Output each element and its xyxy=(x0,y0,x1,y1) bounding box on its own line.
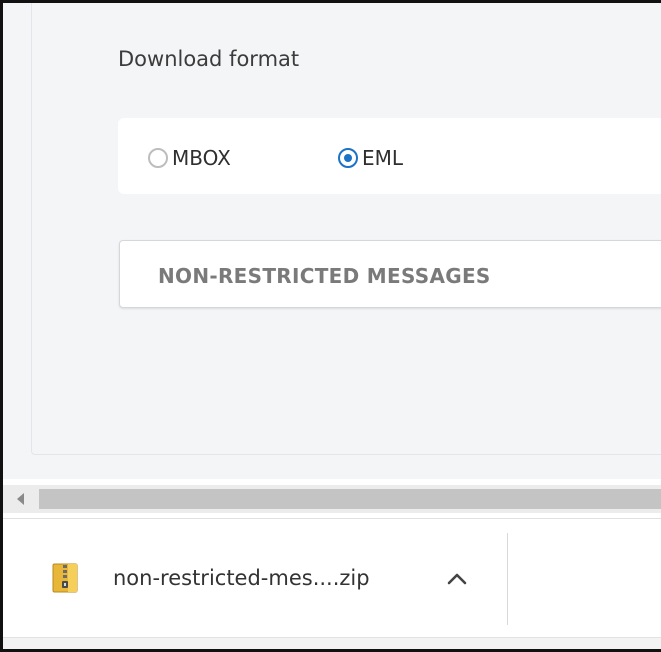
window-bottom-edge xyxy=(3,637,661,649)
scrollbar-thumb[interactable] xyxy=(39,489,661,509)
download-shelf: non-restricted-mes....zip xyxy=(3,518,661,639)
radio-eml-label: EML xyxy=(362,146,404,170)
download-filename[interactable]: non-restricted-mes....zip xyxy=(113,566,370,590)
chevron-up-icon[interactable] xyxy=(443,569,471,589)
download-format-label: Download format xyxy=(118,47,300,71)
download-button-label: NON-RESTRICTED MESSAGES xyxy=(158,264,491,288)
scroll-left-arrow-icon[interactable] xyxy=(17,493,24,505)
radio-mbox-circle[interactable] xyxy=(148,148,168,168)
radio-option-mbox[interactable]: MBOX xyxy=(148,146,231,170)
radio-option-eml[interactable]: EML xyxy=(338,146,403,170)
shelf-divider xyxy=(507,533,508,625)
format-radio-group: MBOX EML xyxy=(118,118,661,194)
download-non-restricted-button[interactable]: NON-RESTRICTED MESSAGES xyxy=(119,240,661,308)
page-content: Download format MBOX EML NON-RESTRICTED … xyxy=(3,3,661,479)
browser-viewport: Download format MBOX EML NON-RESTRICTED … xyxy=(0,0,661,652)
zip-archive-icon[interactable] xyxy=(52,563,78,593)
radio-mbox-label: MBOX xyxy=(172,146,231,170)
radio-eml-circle[interactable] xyxy=(338,148,358,168)
horizontal-scrollbar[interactable] xyxy=(3,485,661,513)
